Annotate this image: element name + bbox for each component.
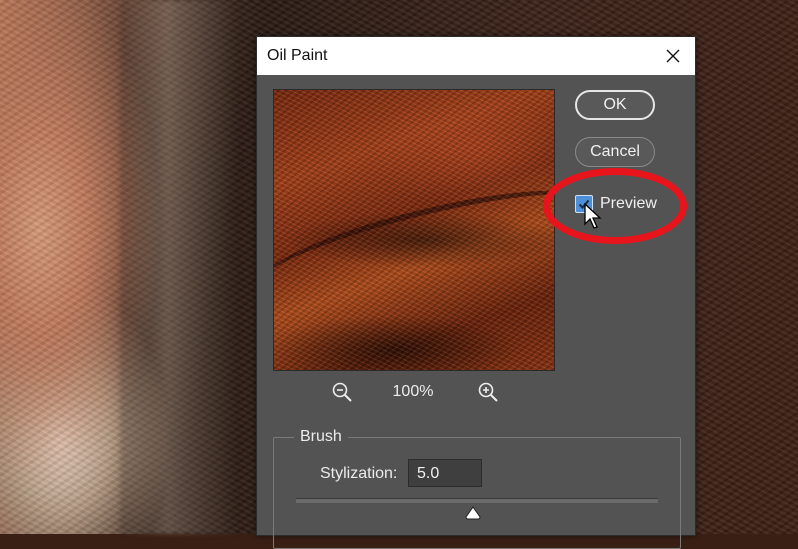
stylization-slider-thumb[interactable] <box>465 506 481 520</box>
background-hair-strands <box>120 0 240 534</box>
brush-group-label: Brush <box>294 428 348 446</box>
stylization-slider-track[interactable] <box>296 498 658 503</box>
ok-button[interactable]: OK <box>575 90 655 120</box>
zoom-in-icon[interactable] <box>477 381 499 403</box>
preview-fabric-fold <box>274 169 554 317</box>
oil-paint-dialog: Oil Paint 100% OK Cancel Preview Brush S… <box>256 36 696 549</box>
dialog-titlebar: Oil Paint <box>257 37 695 75</box>
preview-image[interactable] <box>273 89 555 371</box>
dialog-title: Oil Paint <box>267 47 328 64</box>
cancel-button[interactable]: Cancel <box>575 137 655 167</box>
zoom-controls: 100% <box>273 381 553 405</box>
close-icon <box>666 49 680 63</box>
zoom-level: 100% <box>392 383 434 400</box>
close-button[interactable] <box>651 37 695 75</box>
preview-highlight-circle <box>543 168 687 244</box>
stylization-input[interactable]: 5.0 <box>408 459 482 487</box>
stylization-label: Stylization: <box>320 465 398 482</box>
brush-group: Brush Stylization: 5.0 <box>273 428 681 549</box>
zoom-out-icon[interactable] <box>331 381 353 403</box>
